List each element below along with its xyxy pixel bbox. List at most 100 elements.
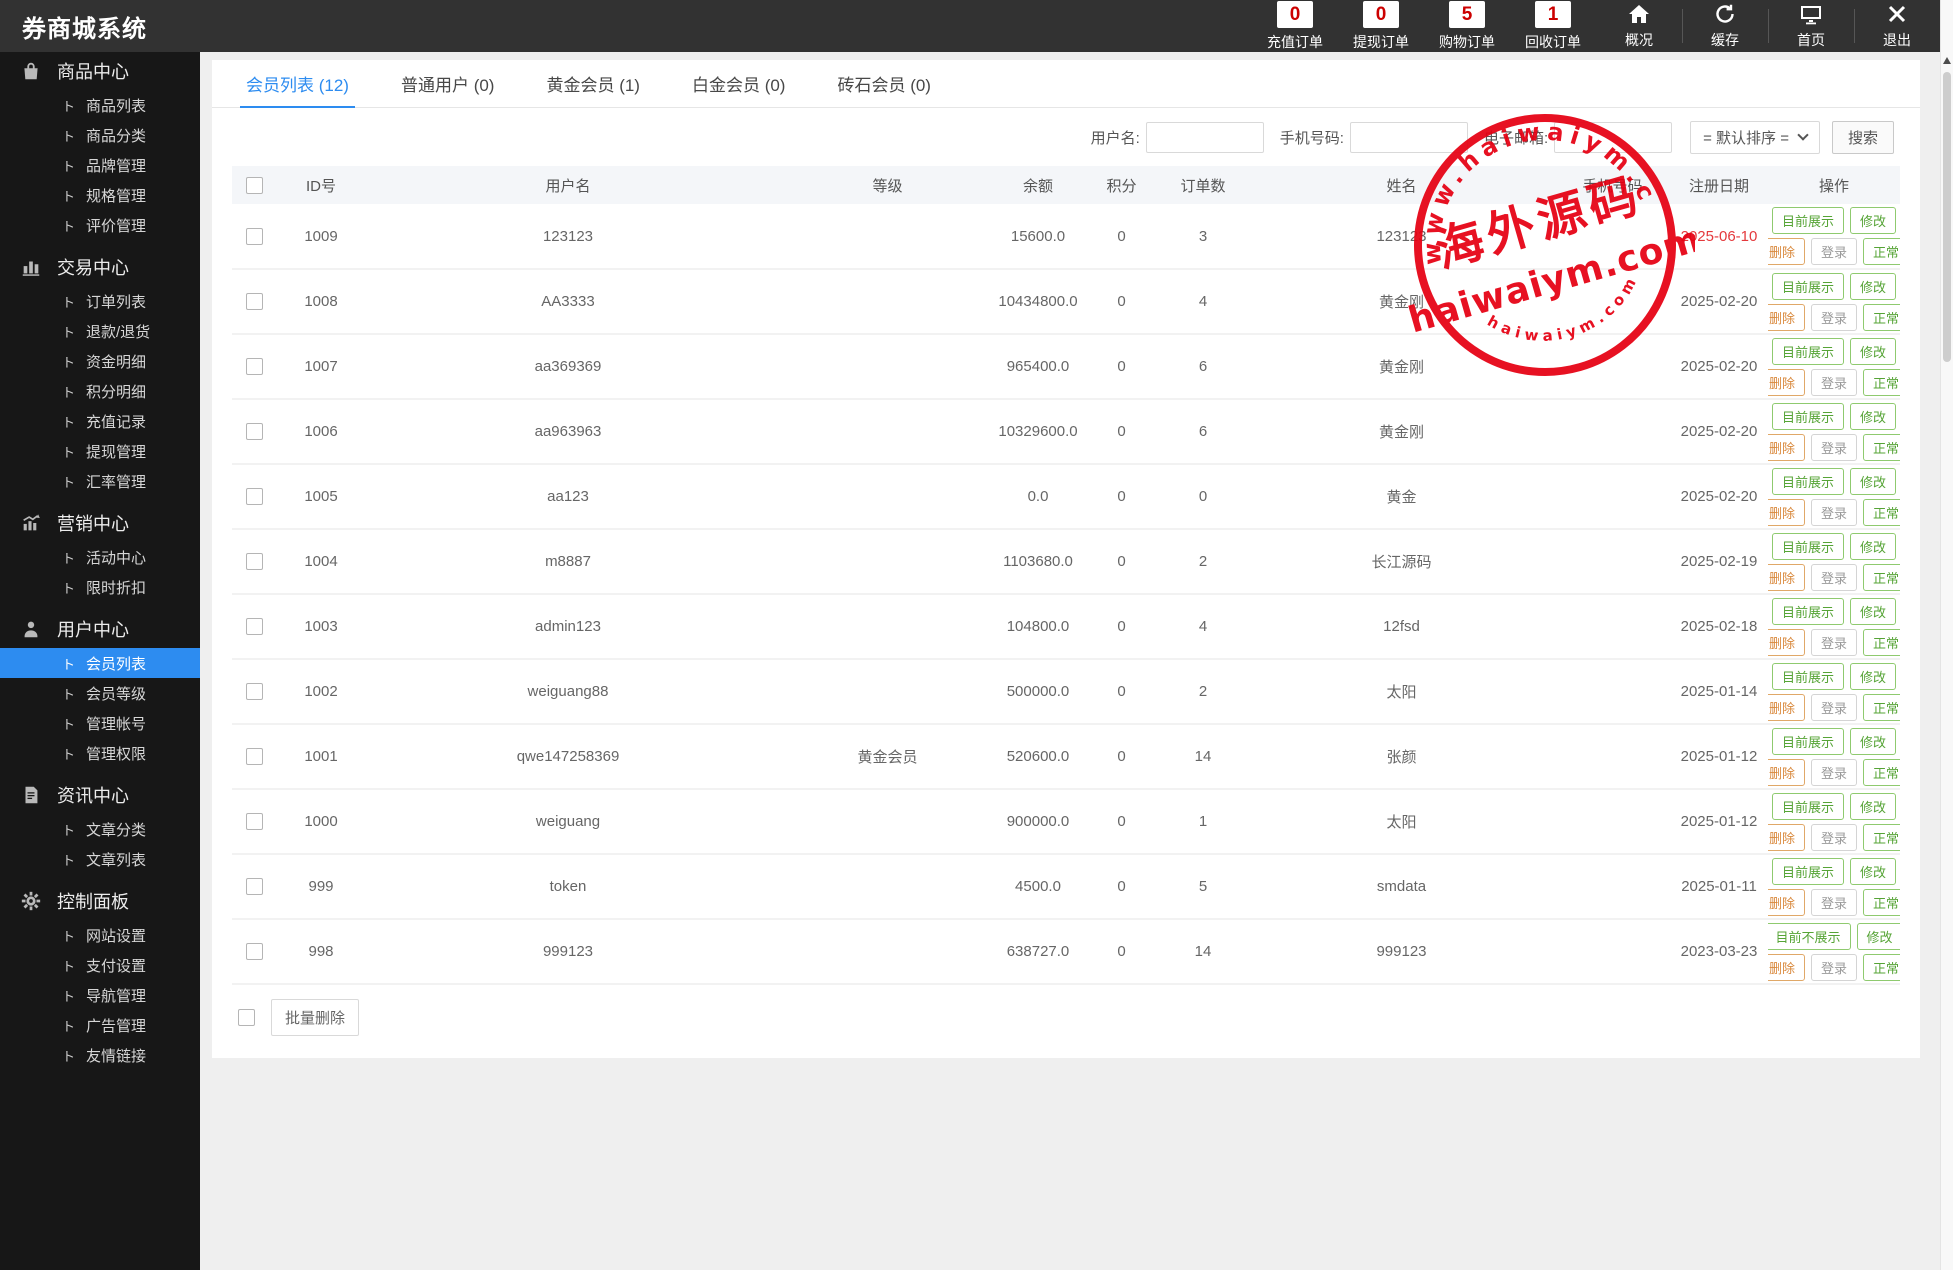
row-checkbox[interactable]	[246, 878, 263, 895]
row-checkbox[interactable]	[246, 228, 263, 245]
sidebar-item-文章列表[interactable]: ト文章列表	[0, 844, 200, 874]
delete-button[interactable]: 删除	[1768, 369, 1805, 396]
display-toggle-button[interactable]: 目前不展示	[1768, 923, 1851, 950]
username-input[interactable]	[1146, 122, 1264, 153]
page-scrollbar[interactable]	[1940, 0, 1953, 1270]
phone-input[interactable]	[1350, 122, 1468, 153]
tab-2[interactable]: 黄金会员 (1)	[520, 60, 666, 107]
sidebar-item-会员等级[interactable]: ト会员等级	[0, 678, 200, 708]
display-toggle-button[interactable]: 目前展示	[1772, 663, 1844, 690]
order-badge[interactable]: 0充值订单	[1252, 0, 1338, 52]
edit-button[interactable]: 修改	[1850, 338, 1896, 365]
delete-button[interactable]: 删除	[1768, 434, 1805, 461]
row-checkbox[interactable]	[246, 293, 263, 310]
scrollbar-thumb[interactable]	[1943, 72, 1951, 362]
login-button[interactable]: 登录	[1811, 369, 1857, 396]
login-button[interactable]: 登录	[1811, 434, 1857, 461]
login-button[interactable]: 登录	[1811, 694, 1857, 721]
sidebar-item-支付设置[interactable]: ト支付设置	[0, 950, 200, 980]
delete-button[interactable]: 删除	[1768, 954, 1805, 981]
edit-button[interactable]: 修改	[1850, 468, 1896, 495]
edit-button[interactable]: 修改	[1850, 207, 1896, 234]
normal-button[interactable]: 正常	[1863, 499, 1900, 526]
cell-orders-link[interactable]: 4	[1158, 269, 1248, 334]
scrollbar-up-arrow-icon[interactable]	[1943, 57, 1951, 64]
normal-button[interactable]: 正常	[1863, 889, 1900, 916]
display-toggle-button[interactable]: 目前展示	[1772, 858, 1844, 885]
cell-orders-link[interactable]: 3	[1158, 204, 1248, 269]
sidebar-item-导航管理[interactable]: ト导航管理	[0, 980, 200, 1010]
normal-button[interactable]: 正常	[1863, 564, 1900, 591]
sort-select[interactable]: = 默认排序 =	[1690, 121, 1820, 154]
delete-button[interactable]: 删除	[1768, 824, 1805, 851]
display-toggle-button[interactable]: 目前展示	[1772, 338, 1844, 365]
sidebar-item-品牌管理[interactable]: ト品牌管理	[0, 150, 200, 180]
delete-button[interactable]: 删除	[1768, 564, 1805, 591]
normal-button[interactable]: 正常	[1863, 629, 1900, 656]
sidebar-item-友情链接[interactable]: ト友情链接	[0, 1040, 200, 1070]
edit-button[interactable]: 修改	[1850, 663, 1896, 690]
cell-orders-link[interactable]: 14	[1158, 919, 1248, 984]
delete-button[interactable]: 删除	[1768, 889, 1805, 916]
display-toggle-button[interactable]: 目前展示	[1772, 207, 1844, 234]
normal-button[interactable]: 正常	[1863, 954, 1900, 981]
row-checkbox[interactable]	[246, 748, 263, 765]
row-checkbox[interactable]	[246, 813, 263, 830]
edit-button[interactable]: 修改	[1850, 728, 1896, 755]
email-input[interactable]	[1554, 122, 1672, 153]
cell-orders-link[interactable]: 5	[1158, 854, 1248, 919]
sidebar-item-文章分类[interactable]: ト文章分类	[0, 814, 200, 844]
sidebar-item-限时折扣[interactable]: ト限时折扣	[0, 572, 200, 602]
sidebar-item-提现管理[interactable]: ト提现管理	[0, 436, 200, 466]
edit-button[interactable]: 修改	[1850, 858, 1896, 885]
search-button[interactable]: 搜索	[1832, 121, 1894, 154]
display-toggle-button[interactable]: 目前展示	[1772, 728, 1844, 755]
edit-button[interactable]: 修改	[1857, 923, 1901, 950]
sidebar-item-资金明细[interactable]: ト资金明细	[0, 346, 200, 376]
row-checkbox[interactable]	[246, 358, 263, 375]
login-button[interactable]: 登录	[1811, 629, 1857, 656]
sidebar-item-广告管理[interactable]: ト广告管理	[0, 1010, 200, 1040]
sidebar-section-head-panel[interactable]: 控制面板	[0, 882, 200, 920]
normal-button[interactable]: 正常	[1863, 238, 1900, 265]
order-badge[interactable]: 1回收订单	[1510, 0, 1596, 52]
display-toggle-button[interactable]: 目前展示	[1772, 468, 1844, 495]
login-button[interactable]: 登录	[1811, 824, 1857, 851]
cell-orders-link[interactable]: 6	[1158, 399, 1248, 464]
sidebar-item-规格管理[interactable]: ト规格管理	[0, 180, 200, 210]
cell-orders-link[interactable]: 2	[1158, 529, 1248, 594]
edit-button[interactable]: 修改	[1850, 533, 1896, 560]
normal-button[interactable]: 正常	[1863, 369, 1900, 396]
row-checkbox[interactable]	[246, 618, 263, 635]
sidebar-section-head-trade[interactable]: 交易中心	[0, 248, 200, 286]
row-checkbox[interactable]	[246, 683, 263, 700]
login-button[interactable]: 登录	[1811, 954, 1857, 981]
normal-button[interactable]: 正常	[1863, 434, 1900, 461]
login-button[interactable]: 登录	[1811, 304, 1857, 331]
login-button[interactable]: 登录	[1811, 564, 1857, 591]
topbar-action-homepage[interactable]: 首页	[1768, 0, 1854, 52]
order-badge[interactable]: 5购物订单	[1424, 0, 1510, 52]
edit-button[interactable]: 修改	[1850, 273, 1896, 300]
cell-orders-link[interactable]: 0	[1158, 464, 1248, 529]
sidebar-item-退款/退货[interactable]: ト退款/退货	[0, 316, 200, 346]
normal-button[interactable]: 正常	[1863, 694, 1900, 721]
row-checkbox[interactable]	[246, 553, 263, 570]
sidebar-section-head-news[interactable]: 资讯中心	[0, 776, 200, 814]
sidebar-item-活动中心[interactable]: ト活动中心	[0, 542, 200, 572]
edit-button[interactable]: 修改	[1850, 793, 1896, 820]
normal-button[interactable]: 正常	[1863, 759, 1900, 786]
sidebar-item-管理帐号[interactable]: ト管理帐号	[0, 708, 200, 738]
login-button[interactable]: 登录	[1811, 499, 1857, 526]
sidebar-item-评价管理[interactable]: ト评价管理	[0, 210, 200, 240]
normal-button[interactable]: 正常	[1863, 304, 1900, 331]
sidebar-section-head-user[interactable]: 用户中心	[0, 610, 200, 648]
cell-orders-link[interactable]: 6	[1158, 334, 1248, 399]
delete-button[interactable]: 删除	[1768, 694, 1805, 721]
sidebar-item-汇率管理[interactable]: ト汇率管理	[0, 466, 200, 496]
cell-orders-link[interactable]: 2	[1158, 659, 1248, 724]
footer-select-all-checkbox[interactable]	[238, 1009, 255, 1026]
row-checkbox[interactable]	[246, 423, 263, 440]
sidebar-section-head-marketing[interactable]: 营销中心	[0, 504, 200, 542]
sidebar-item-网站设置[interactable]: ト网站设置	[0, 920, 200, 950]
